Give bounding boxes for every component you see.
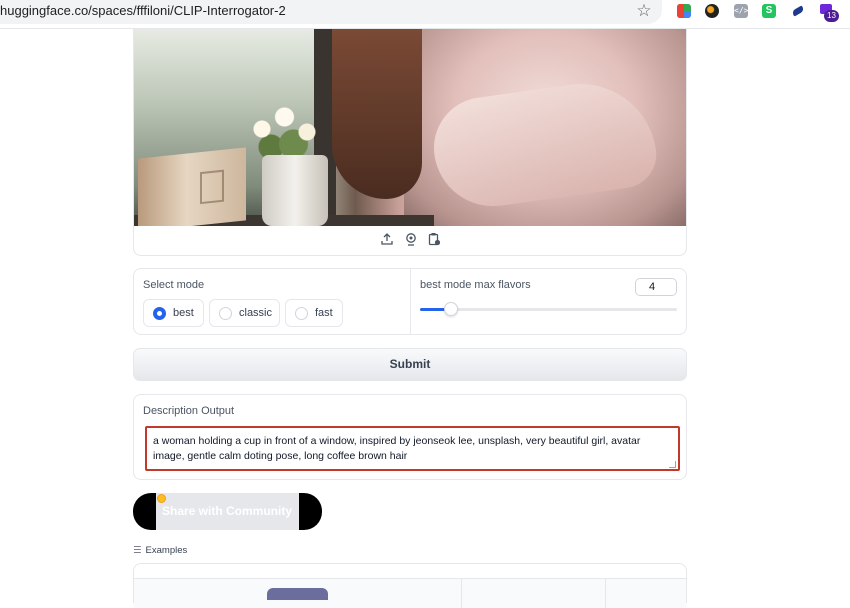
slider-thumb[interactable]	[444, 302, 458, 316]
webcam-icon[interactable]	[404, 232, 418, 246]
max-flavors-label: best mode max flavors	[420, 279, 531, 291]
radio-fast[interactable]: fast	[285, 299, 343, 327]
extension-badge: 13	[824, 10, 839, 22]
s-extension-icon[interactable]: S	[762, 4, 776, 18]
select-mode-label: Select mode	[143, 279, 205, 291]
star-icon[interactable]: ☆	[636, 2, 652, 20]
panel-divider	[410, 269, 411, 334]
max-flavors-number-input[interactable]: 4	[635, 278, 677, 296]
upload-icon[interactable]	[380, 232, 394, 246]
description-output-text: a woman holding a cup in front of a wind…	[153, 435, 641, 462]
description-output-card: Description Output a woman holding a cup…	[133, 394, 687, 480]
radio-classic-label: classic	[239, 307, 273, 319]
settings-panel: Select mode best classic fast best mode …	[133, 268, 687, 335]
photo-hair	[332, 29, 422, 199]
image-input-card	[133, 29, 687, 256]
pen-extension-icon[interactable]	[790, 4, 804, 18]
radio-best[interactable]: best	[143, 299, 204, 327]
share-container: Share with Community	[133, 493, 322, 530]
column-divider	[605, 578, 606, 608]
photo-book	[138, 147, 246, 226]
example-thumbnail[interactable]	[267, 588, 328, 600]
examples-table-header	[134, 578, 686, 608]
photo-pot	[262, 155, 328, 226]
list-icon: ☰	[133, 545, 142, 556]
loading-dot-icon	[157, 494, 166, 503]
description-output-textarea[interactable]: a woman holding a cup in front of a wind…	[145, 426, 680, 471]
radio-best-indicator[interactable]	[153, 307, 166, 320]
address-bar[interactable]: huggingface.co/spaces/fffiloni/CLIP-Inte…	[0, 0, 662, 24]
radio-fast-label: fast	[315, 307, 333, 319]
description-output-label: Description Output	[143, 405, 235, 417]
examples-heading: ☰ Examples	[133, 545, 187, 556]
radio-best-label: best	[173, 307, 194, 319]
radio-classic[interactable]: classic	[209, 299, 280, 327]
radio-fast-indicator[interactable]	[295, 307, 308, 320]
max-flavors-slider[interactable]	[420, 302, 677, 316]
radio-classic-indicator[interactable]	[219, 307, 232, 320]
examples-table	[133, 563, 687, 608]
resize-handle-icon[interactable]	[669, 461, 676, 468]
dark-circle-extension-icon[interactable]	[705, 4, 719, 18]
google-extension-icon[interactable]	[677, 4, 691, 18]
column-divider	[461, 578, 462, 608]
examples-label: Examples	[145, 545, 188, 556]
url-text[interactable]: huggingface.co/spaces/fffiloni/CLIP-Inte…	[0, 3, 286, 18]
browser-toolbar: huggingface.co/spaces/fffiloni/CLIP-Inte…	[0, 0, 850, 29]
clipboard-icon[interactable]	[427, 232, 441, 246]
share-with-community-button[interactable]: Share with Community	[156, 493, 299, 530]
image-source-toolbar	[134, 226, 686, 255]
submit-button[interactable]: Submit	[133, 348, 687, 381]
code-extension-icon[interactable]: </>	[734, 4, 748, 18]
input-image[interactable]	[134, 29, 686, 226]
photo-flowers	[244, 99, 334, 159]
